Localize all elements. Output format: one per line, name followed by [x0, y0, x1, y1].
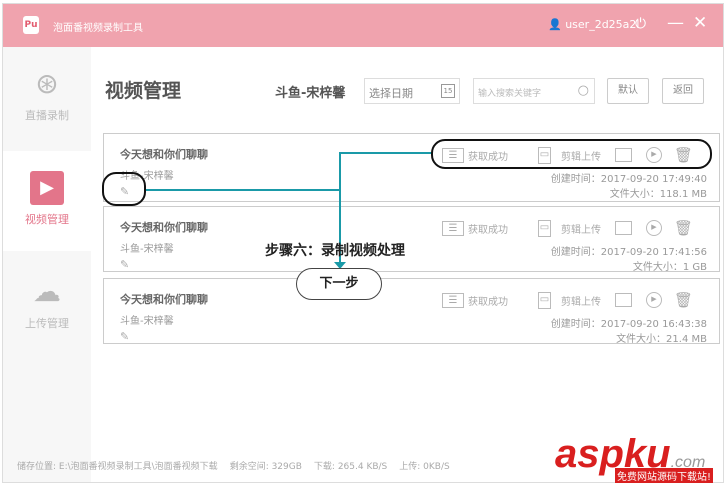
next-step-button[interactable]: 下一步	[296, 268, 382, 300]
watermark-tagline: 免费网站源码下载站!	[615, 468, 714, 483]
arrow-line-actions	[339, 152, 432, 190]
highlight-actions	[431, 139, 712, 169]
step-annotation: 步骤六：录制视频处理	[265, 243, 405, 259]
highlight-edit	[102, 172, 146, 206]
